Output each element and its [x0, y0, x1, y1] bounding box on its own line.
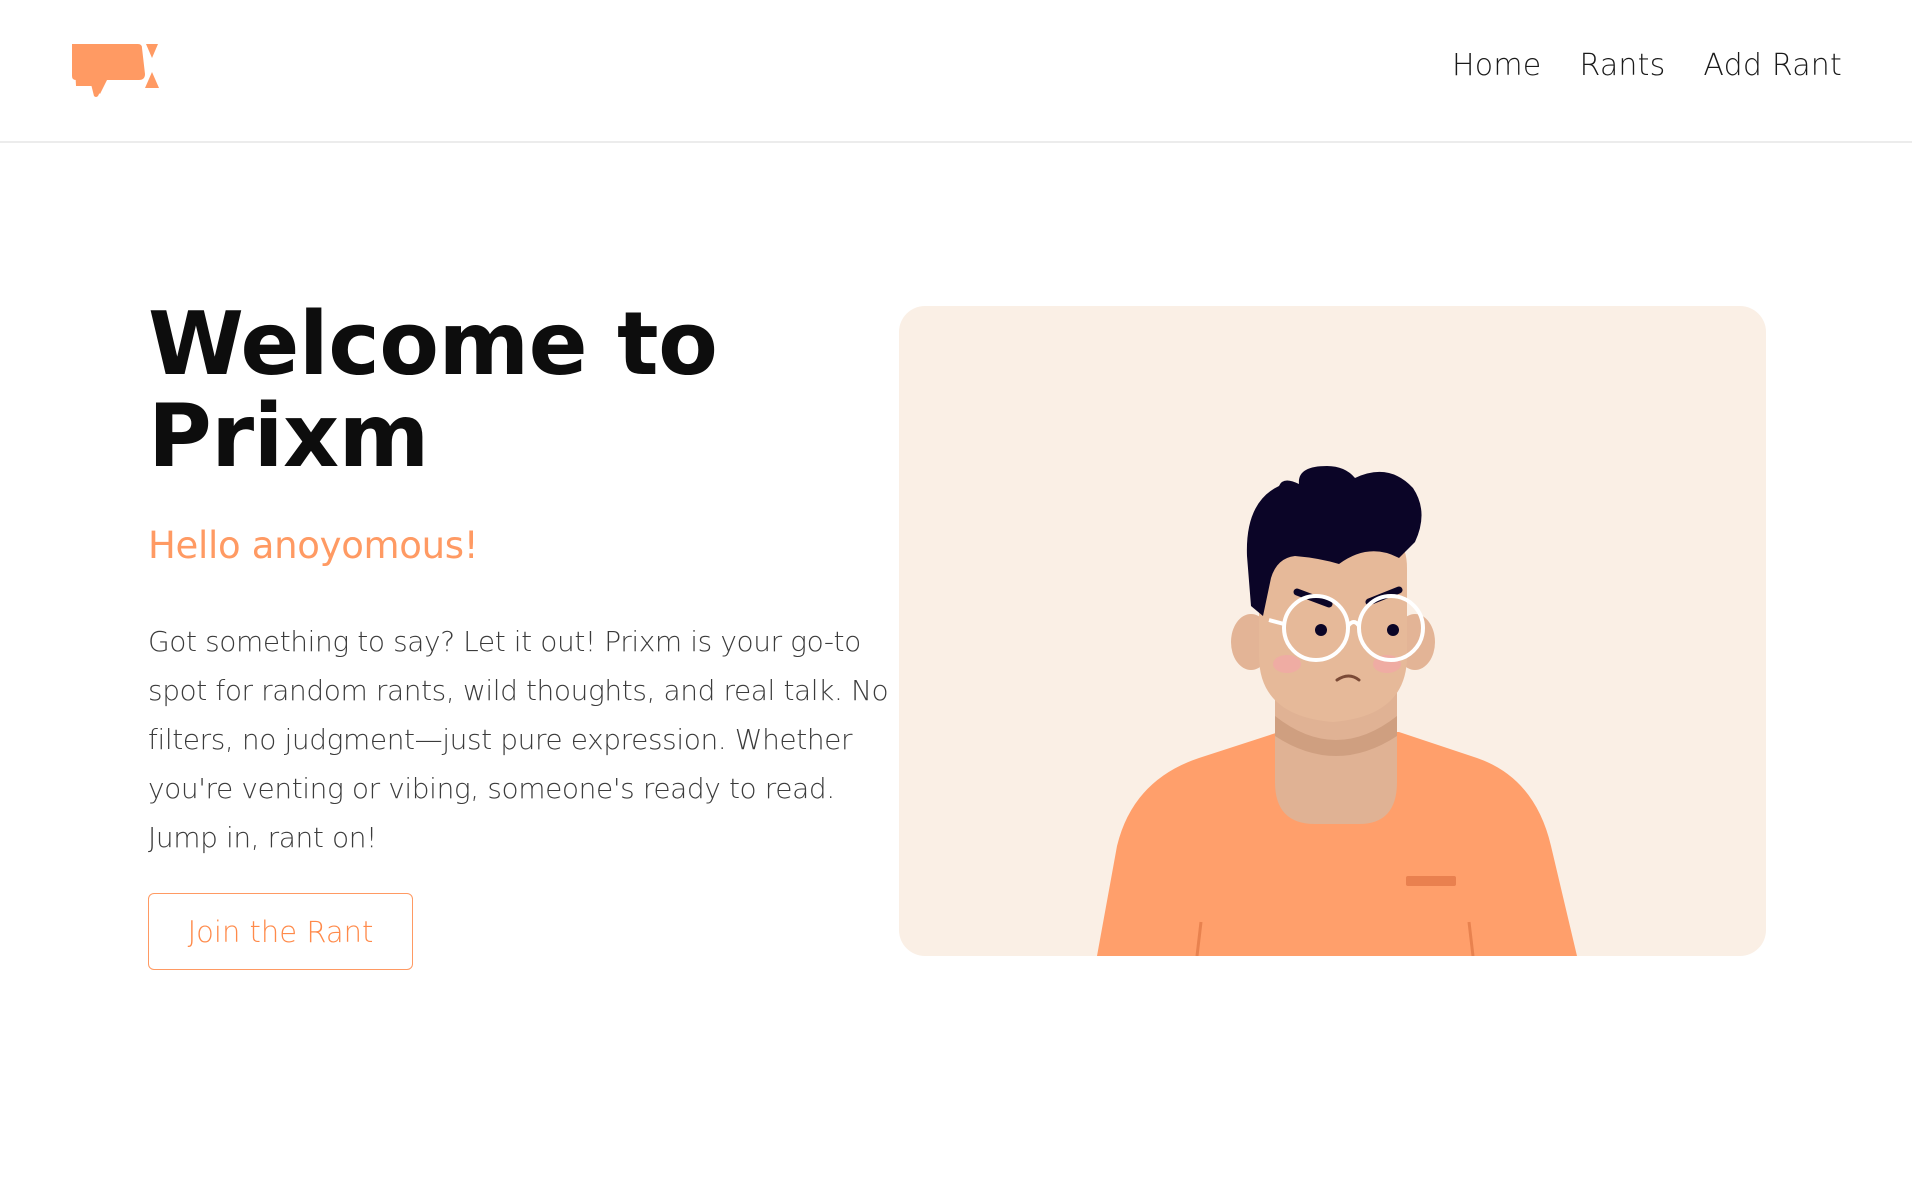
nav-link-rants[interactable]: Rants	[1579, 48, 1665, 83]
grumpy-man-with-glasses-illustration	[1097, 466, 1577, 956]
site-logo[interactable]	[72, 44, 164, 100]
nav-link-add-rant[interactable]: Add Rant	[1703, 48, 1842, 83]
hero-description: Got something to say? Let it out! Prixm …	[148, 625, 889, 854]
hero-subtitle: Hello anoyomous!	[148, 524, 479, 567]
join-the-rant-button[interactable]: Join the Rant	[148, 893, 413, 970]
hero-title: Welcome to Prixm	[148, 293, 718, 487]
hero-illustration-card	[899, 306, 1766, 956]
site-header: Home Rants Add Rant	[0, 0, 1912, 143]
speech-bubble-x-logo-icon	[72, 44, 159, 97]
hero-content: Welcome to Prixm Hello anoyomous! Got so…	[148, 298, 900, 862]
main-nav: Home Rants Add Rant	[1452, 48, 1842, 83]
nav-link-home[interactable]: Home	[1452, 48, 1541, 83]
